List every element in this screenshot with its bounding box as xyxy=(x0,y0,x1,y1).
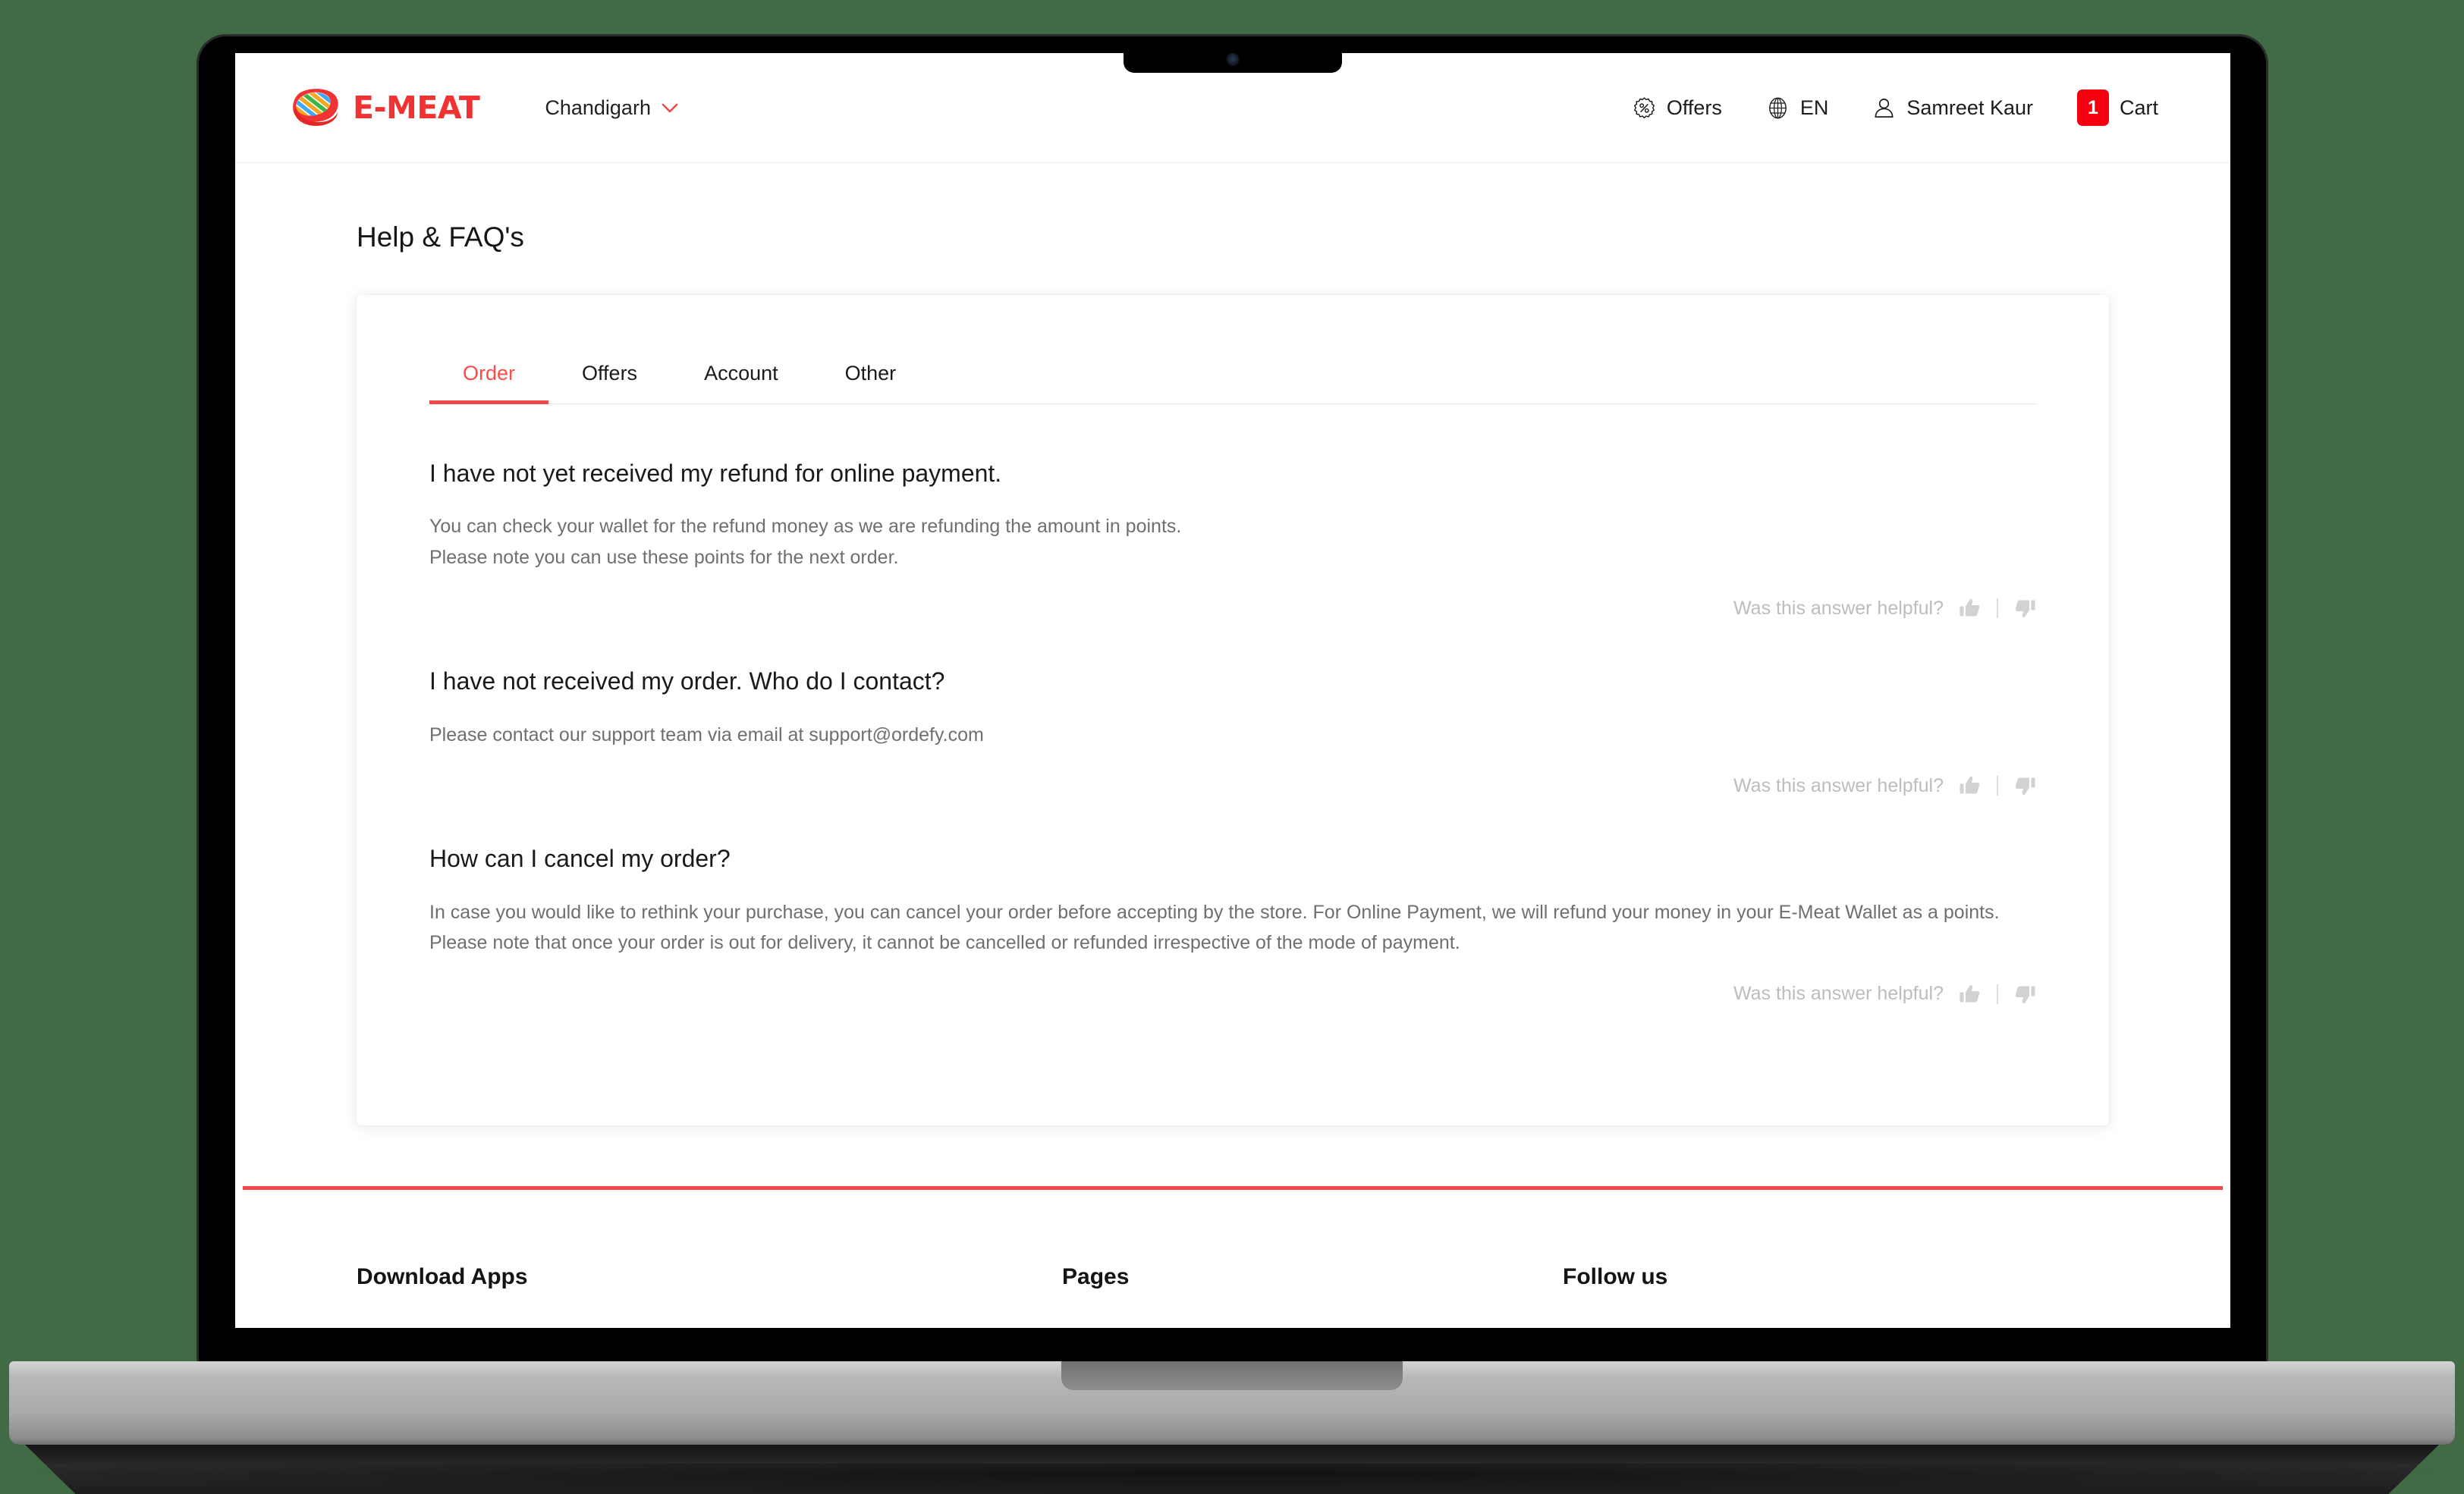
faq-answer: Please contact our support team via emai… xyxy=(429,720,2036,751)
faq-answer-line: Please contact our support team via emai… xyxy=(429,723,984,745)
steak-logo-icon xyxy=(293,89,338,126)
faq-question: I have not received my order. Who do I c… xyxy=(429,667,945,695)
footer-column-download-apps: Download Apps xyxy=(357,1264,1062,1290)
faq-item: How can I cancel my order? In case you w… xyxy=(429,844,2036,1005)
faq-tabs: Order Offers Account Other xyxy=(429,354,2036,404)
footer-heading: Follow us xyxy=(1563,1263,1668,1289)
faq-item: I have not yet received my refund for on… xyxy=(429,459,2036,620)
footer-column-follow-us: Follow us xyxy=(1563,1264,2018,1290)
webcam-icon xyxy=(1226,53,1239,66)
header-right-group: Offers EN Samreet Kaur 1 Cart xyxy=(1633,89,2158,126)
laptop-shadow xyxy=(0,1464,2464,1494)
thumbs-down-icon[interactable] xyxy=(2013,774,2036,797)
faq-answer-line: Please note that once your order is out … xyxy=(429,932,1460,954)
faq-item: I have not received my order. Who do I c… xyxy=(429,667,2036,797)
cart-link[interactable]: 1 Cart xyxy=(2076,89,2158,126)
city-selector-label: Chandigarh xyxy=(545,96,651,119)
thumbs-up-icon[interactable] xyxy=(1959,597,1982,620)
user-icon xyxy=(1875,98,1894,118)
helpful-divider xyxy=(1997,776,1998,796)
cart-count-badge: 1 xyxy=(2076,89,2109,126)
faq-question: I have not yet received my refund for on… xyxy=(429,460,1002,487)
faq-helpful-label: Was this answer helpful? xyxy=(1733,774,1944,796)
tab-order[interactable]: Order xyxy=(429,354,549,404)
thumbs-down-icon[interactable] xyxy=(2013,597,2036,620)
footer-heading: Download Apps xyxy=(357,1263,528,1289)
faq-helpful-label: Was this answer helpful? xyxy=(1733,983,1944,1005)
header-left-group: E-MEAT Chandigarh xyxy=(290,88,678,127)
helpful-divider xyxy=(1997,984,1998,1004)
faq-answer-line: In case you would like to rethink your p… xyxy=(429,901,2000,923)
faq-helpful-row: Was this answer helpful? xyxy=(429,983,2036,1006)
brand-logo[interactable]: E-MEAT xyxy=(290,88,480,127)
chevron-down-icon xyxy=(662,103,678,112)
footer-heading: Pages xyxy=(1062,1263,1130,1289)
thumbs-up-icon[interactable] xyxy=(1959,983,1982,1006)
offers-label: Offers xyxy=(1666,96,1722,119)
tab-offers[interactable]: Offers xyxy=(548,354,671,403)
faq-answer: In case you would like to rethink your p… xyxy=(429,897,2036,959)
faq-question: How can I cancel my order? xyxy=(429,845,731,873)
account-link[interactable]: Samreet Kaur xyxy=(1872,96,2033,120)
thumbs-up-icon[interactable] xyxy=(1959,774,1982,797)
tab-account[interactable]: Account xyxy=(671,354,812,403)
language-selector[interactable]: EN xyxy=(1766,96,1829,120)
faq-helpful-row: Was this answer helpful? xyxy=(429,774,2036,797)
faq-card: Order Offers Account Other I have not ye… xyxy=(357,295,2109,1125)
laptop-screen-bezel: E-MEAT Chandigarh Offers EN Samreet Kaur… xyxy=(199,36,2266,1365)
cart-label: Cart xyxy=(2119,96,2158,119)
faq-answer-line: Please note you can use these points for… xyxy=(429,546,899,568)
laptop-base xyxy=(9,1361,2455,1445)
thumbs-down-icon[interactable] xyxy=(2013,983,2036,1006)
page-title: Help & FAQ's xyxy=(357,221,524,253)
city-selector[interactable]: Chandigarh xyxy=(545,96,678,120)
footer-column-pages: Pages xyxy=(1062,1264,1563,1290)
faq-helpful-label: Was this answer helpful? xyxy=(1733,597,1944,619)
faq-helpful-row: Was this answer helpful? xyxy=(429,597,2036,620)
account-name: Samreet Kaur xyxy=(1906,96,2033,119)
laptop-base-notch xyxy=(1061,1361,1403,1390)
percent-badge-icon xyxy=(1633,96,1655,118)
tab-other[interactable]: Other xyxy=(812,354,930,403)
laptop-mockup: E-MEAT Chandigarh Offers EN Samreet Kaur… xyxy=(0,0,2464,1494)
laptop-notch xyxy=(1123,36,1342,73)
offers-link[interactable]: Offers xyxy=(1633,96,1722,120)
site-footer: Download Apps Pages Follow us xyxy=(235,1189,2230,1290)
browser-viewport: E-MEAT Chandigarh Offers EN Samreet Kaur… xyxy=(235,53,2230,1328)
faq-answer: You can check your wallet for the refund… xyxy=(429,511,2036,573)
globe-icon xyxy=(1769,97,1787,118)
page-body: Help & FAQ's Order Offers Account Other … xyxy=(235,163,2230,1290)
faq-answer-line: You can check your wallet for the refund… xyxy=(429,516,1182,538)
language-label: EN xyxy=(1799,96,1829,119)
brand-name: E-MEAT xyxy=(353,89,480,126)
helpful-divider xyxy=(1997,598,1998,619)
